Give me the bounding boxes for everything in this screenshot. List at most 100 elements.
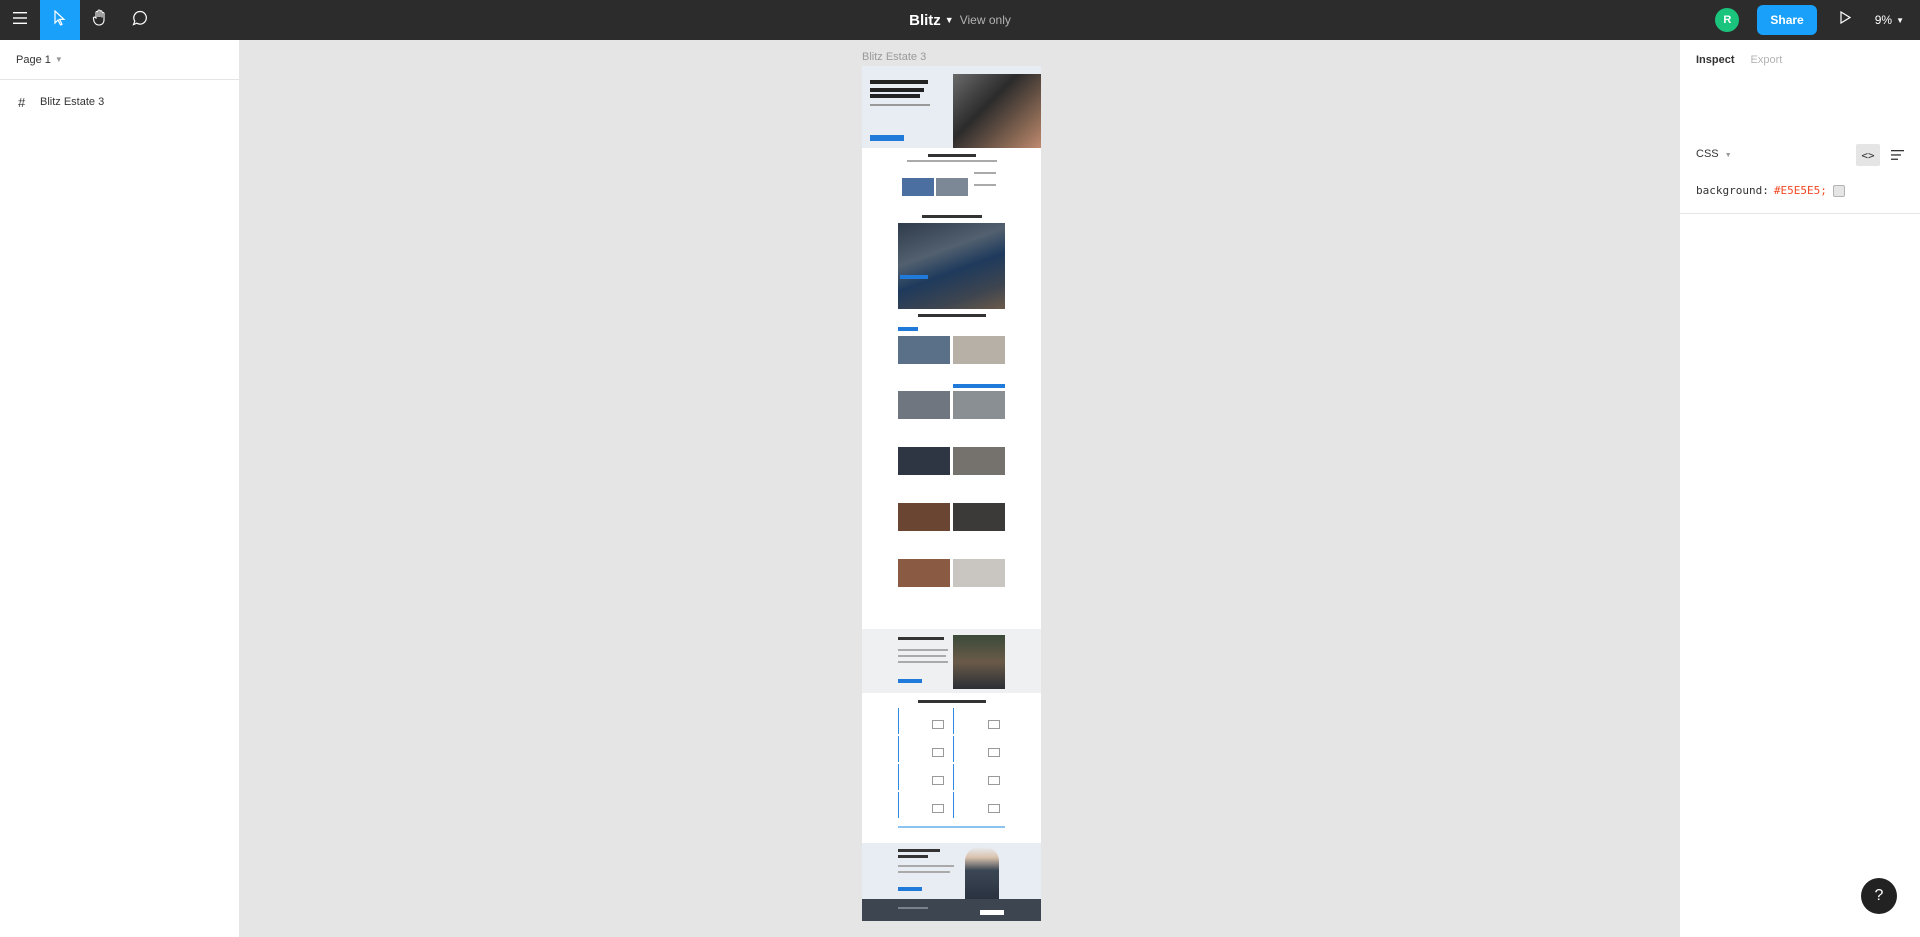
- director-photo: [965, 847, 999, 899]
- text-line: [898, 649, 948, 651]
- text-lines-icon: [1890, 150, 1904, 160]
- toolbar: Blitz ▼ View only R Share 9% ▼: [0, 0, 1920, 40]
- file-title-area: Blitz ▼ View only: [0, 0, 1920, 40]
- services-cta-thumb: [900, 275, 928, 279]
- list-view-toggle[interactable]: [1888, 144, 1906, 166]
- service-icon: [988, 804, 1000, 813]
- service-icon: [932, 776, 944, 785]
- zoom-menu[interactable]: 9% ▼: [1875, 13, 1904, 27]
- chevron-down-icon: ▼: [1896, 15, 1904, 25]
- accent-bar: [898, 764, 899, 790]
- listing-image: [898, 336, 950, 364]
- layers-panel: Page 1 ▼ # Blitz Estate 3: [0, 40, 240, 937]
- text-line: [974, 184, 996, 186]
- service-icon: [932, 748, 944, 757]
- text-line: [898, 865, 954, 867]
- panel-tabs: Inspect Export: [1680, 40, 1920, 80]
- inspect-panel: Inspect Export CSS ▼ <> background: #E5E…: [1679, 40, 1920, 937]
- service-icon: [988, 720, 1000, 729]
- code-settings-row: CSS ▼ <>: [1680, 136, 1920, 172]
- thumbnail-image: [936, 178, 968, 196]
- frame-icon: #: [18, 94, 26, 110]
- text-line: [898, 826, 1005, 828]
- accent-bar: [898, 708, 899, 734]
- frame-label[interactable]: Blitz Estate 3: [862, 51, 926, 63]
- listing-image: [898, 391, 950, 419]
- comment-tool-button[interactable]: [120, 0, 160, 40]
- hero-heading-line: [870, 80, 928, 84]
- frame-about-section: [862, 629, 1041, 693]
- css-value: #E5E5E5;: [1773, 184, 1827, 197]
- page-selector[interactable]: Page 1 ▼: [0, 40, 239, 80]
- thumbnail-image: [902, 178, 934, 196]
- tab-export[interactable]: Export: [1751, 54, 1783, 66]
- main-menu-button[interactable]: [0, 0, 40, 40]
- code-brackets-icon: <>: [1861, 148, 1875, 162]
- css-property: background:: [1696, 184, 1769, 197]
- layer-item[interactable]: # Blitz Estate 3: [0, 86, 239, 118]
- text-line: [907, 160, 997, 162]
- hero-heading-line: [870, 88, 924, 92]
- service-icon: [932, 720, 944, 729]
- layer-name: Blitz Estate 3: [40, 96, 105, 108]
- accent-bar: [953, 764, 954, 790]
- text-line: [898, 661, 948, 663]
- text-line: [898, 655, 946, 657]
- hand-tool-button[interactable]: [80, 0, 120, 40]
- frame-director-section: [862, 843, 1041, 899]
- listing-image: [953, 336, 1005, 364]
- avatar[interactable]: R: [1715, 8, 1740, 32]
- design-frame[interactable]: [862, 66, 1041, 921]
- comment-icon: [132, 10, 148, 31]
- service-icon: [932, 804, 944, 813]
- hamburger-icon: [13, 11, 27, 29]
- file-name[interactable]: Blitz: [909, 12, 941, 29]
- section-heading-line: [922, 215, 982, 218]
- hero-heading-line: [870, 94, 920, 98]
- listing-image: [898, 559, 950, 587]
- css-declaration[interactable]: background: #E5E5E5;: [1696, 184, 1845, 197]
- listing-image: [953, 503, 1005, 531]
- chevron-down-icon: ▼: [54, 55, 63, 64]
- listing-image: [898, 503, 950, 531]
- question-icon: ?: [1874, 887, 1884, 904]
- about-cta-thumb: [898, 679, 922, 683]
- text-line: [974, 172, 996, 174]
- move-tool-button[interactable]: [40, 0, 80, 40]
- play-icon: [1840, 10, 1852, 29]
- listing-image: [953, 447, 1005, 475]
- view-mode-label: View only: [959, 13, 1011, 27]
- section-heading-line: [918, 700, 986, 703]
- code-language-select[interactable]: CSS ▼: [1696, 148, 1732, 160]
- listing-cta-thumb: [953, 384, 1005, 388]
- code-view-toggle[interactable]: <>: [1856, 144, 1880, 166]
- text-line: [898, 871, 950, 873]
- zoom-value: 9%: [1874, 13, 1893, 27]
- color-swatch: [1832, 184, 1845, 197]
- accent-bar: [898, 792, 899, 818]
- listing-image: [953, 559, 1005, 587]
- director-cta-thumb: [898, 887, 922, 891]
- frame-hero-section: [862, 66, 1041, 148]
- accent-bar: [953, 792, 954, 818]
- hero-cta-thumb: [870, 135, 904, 141]
- service-icon: [988, 748, 1000, 757]
- accent-bar: [898, 736, 899, 762]
- listing-image: [898, 447, 950, 475]
- tab-inspect[interactable]: Inspect: [1696, 54, 1735, 66]
- chevron-down-icon: ▼: [1724, 152, 1732, 159]
- share-button[interactable]: Share: [1757, 5, 1817, 35]
- code-language-label: CSS: [1696, 148, 1719, 160]
- present-button[interactable]: [1835, 10, 1857, 29]
- help-button[interactable]: ?: [1861, 878, 1897, 914]
- divider: [1680, 213, 1920, 214]
- chevron-down-icon[interactable]: ▼: [945, 15, 954, 25]
- frame-footer: [862, 899, 1041, 921]
- hero-text-line: [870, 104, 930, 106]
- services-grid-image: [898, 223, 1005, 309]
- service-icon: [988, 776, 1000, 785]
- hand-icon: [92, 9, 108, 31]
- hero-image: [953, 74, 1041, 148]
- accent-bar: [953, 736, 954, 762]
- filter-tab-thumb: [898, 327, 918, 331]
